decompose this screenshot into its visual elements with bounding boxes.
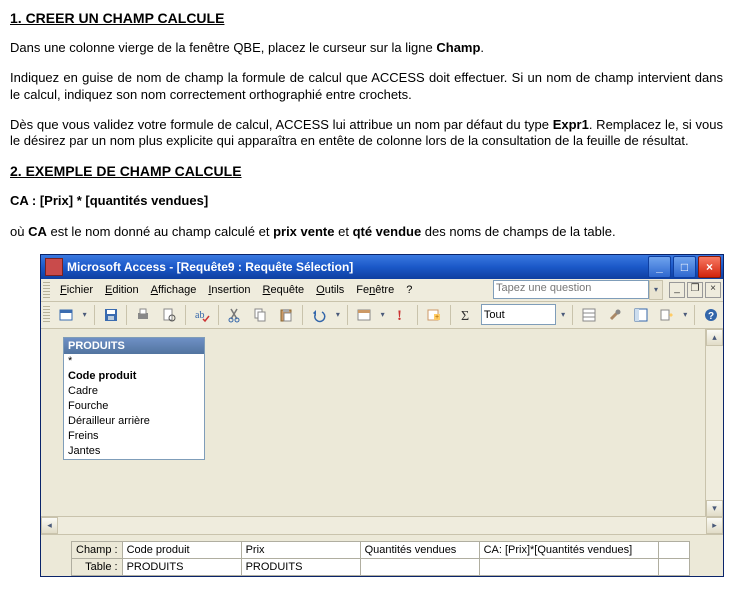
run-button[interactable]: !: [390, 303, 414, 327]
mdi-close-button[interactable]: ×: [705, 282, 721, 298]
scroll-right-button[interactable]: ▸: [706, 517, 723, 534]
qbe-grid-pane: Champ : Code produit Prix Quantités vend…: [41, 535, 723, 576]
print-button[interactable]: [131, 303, 155, 327]
qbe-rowlabel-table: Table :: [72, 558, 123, 575]
cut-button[interactable]: [223, 303, 247, 327]
section1-p1: Dans une colonne vierge de la fenêtre QB…: [10, 40, 723, 56]
ask-question-dropdown[interactable]: ▾: [649, 280, 663, 300]
svg-text:Σ: Σ: [461, 309, 469, 323]
maximize-button[interactable]: □: [673, 256, 696, 278]
menu-fenetre[interactable]: Fenêtre: [350, 282, 400, 298]
query-type-button[interactable]: [352, 303, 376, 327]
vertical-scrollbar[interactable]: ▴ ▾: [705, 329, 723, 517]
mdi-minimize-button[interactable]: _: [669, 282, 685, 298]
mdi-restore-button[interactable]: ❐: [687, 282, 703, 298]
menubar-grip: [43, 282, 50, 298]
access-app-icon: [45, 258, 63, 276]
qbe-rowlabel-champ: Champ :: [72, 541, 123, 558]
menu-fichier[interactable]: Fichier: [54, 282, 99, 298]
scroll-up-button[interactable]: ▴: [706, 329, 723, 346]
close-button[interactable]: ×: [698, 256, 721, 278]
svg-text:+: +: [435, 314, 439, 321]
menu-outils[interactable]: Outils: [310, 282, 350, 298]
properties-button[interactable]: [577, 303, 601, 327]
fieldlist-row[interactable]: Freins: [64, 429, 204, 444]
qbe-cell[interactable]: [360, 558, 479, 575]
view-button[interactable]: [54, 303, 78, 327]
fieldlist-row[interactable]: Code produit: [64, 369, 204, 384]
menubar: Fichier Edition Affichage Insertion Requ…: [41, 279, 723, 302]
view-dropdown[interactable]: ▾: [80, 310, 90, 319]
show-table-button[interactable]: +: [422, 303, 446, 327]
top-values-dropdown[interactable]: ▾: [558, 310, 568, 319]
totals-button[interactable]: Σ: [455, 303, 479, 327]
menu-edition[interactable]: Edition: [99, 282, 145, 298]
paste-button[interactable]: [274, 303, 298, 327]
titlebar: Microsoft Access - [Requête9 : Requête S…: [41, 255, 723, 279]
query-type-dropdown[interactable]: ▾: [378, 310, 388, 319]
query-design-upper-pane: PRODUITS * Code produit Cadre Fourche Dé…: [41, 329, 723, 535]
copy-button[interactable]: [249, 303, 273, 327]
toolbar-grip: [43, 306, 50, 324]
fieldlist-produits[interactable]: PRODUITS * Code produit Cadre Fourche Dé…: [63, 337, 205, 460]
fieldlist-row[interactable]: Fourche: [64, 399, 204, 414]
new-object-button[interactable]: [655, 303, 679, 327]
access-window: Microsoft Access - [Requête9 : Requête S…: [40, 254, 724, 577]
spellcheck-button[interactable]: ab: [190, 303, 214, 327]
qbe-cell[interactable]: PRODUITS: [122, 558, 241, 575]
fieldlist-row[interactable]: Dérailleur arrière: [64, 414, 204, 429]
menu-insertion[interactable]: Insertion: [202, 282, 256, 298]
qbe-cell[interactable]: PRODUITS: [241, 558, 360, 575]
fieldlist-title: PRODUITS: [64, 338, 204, 354]
qbe-grid: Champ : Code produit Prix Quantités vend…: [71, 541, 690, 576]
section1-p3: Dès que vous validez votre formule de ca…: [10, 117, 723, 150]
section2-heading: 2. EXEMPLE DE CHAMP CALCULE: [10, 163, 723, 179]
menu-affichage[interactable]: Affichage: [145, 282, 203, 298]
scroll-down-button[interactable]: ▾: [706, 500, 723, 517]
svg-text:?: ?: [708, 311, 714, 322]
horizontal-scrollbar[interactable]: ◂ ▸: [41, 516, 723, 534]
formula-text: CA : [Prix] * [quantités vendues]: [10, 193, 723, 209]
database-window-button[interactable]: [629, 303, 653, 327]
qbe-cell[interactable]: Prix: [241, 541, 360, 558]
qbe-cell[interactable]: [658, 558, 689, 575]
print-preview-button[interactable]: [157, 303, 181, 327]
svg-text:!: !: [397, 308, 402, 323]
top-values-input[interactable]: Tout: [481, 304, 556, 325]
fieldlist-row[interactable]: Jantes: [64, 444, 204, 459]
qbe-cell[interactable]: CA: [Prix]*[Quantités vendues]: [479, 541, 658, 558]
qbe-cell[interactable]: [658, 541, 689, 558]
window-title: Microsoft Access - [Requête9 : Requête S…: [67, 260, 648, 274]
qbe-cell[interactable]: Quantités vendues: [360, 541, 479, 558]
qbe-cell[interactable]: Code produit: [122, 541, 241, 558]
toolbar: ▾ ab ▾ ▾ ! + Σ Tout ▾ ▾ ?: [41, 302, 723, 329]
undo-button[interactable]: [307, 303, 331, 327]
undo-dropdown[interactable]: ▾: [333, 310, 343, 319]
menu-requete[interactable]: Requête: [257, 282, 311, 298]
qbe-cell[interactable]: [479, 558, 658, 575]
build-button[interactable]: [603, 303, 627, 327]
save-button[interactable]: [99, 303, 123, 327]
section1-p2: Indiquez en guise de nom de champ la for…: [10, 70, 723, 103]
scroll-left-button[interactable]: ◂: [41, 517, 58, 534]
ask-question-input[interactable]: Tapez une question: [493, 280, 649, 299]
minimize-button[interactable]: _: [648, 256, 671, 278]
help-button[interactable]: ?: [699, 303, 723, 327]
section1-heading: 1. CREER UN CHAMP CALCULE: [10, 10, 723, 26]
fieldlist-row[interactable]: Cadre: [64, 384, 204, 399]
new-object-dropdown[interactable]: ▾: [680, 310, 690, 319]
menu-help[interactable]: ?: [400, 282, 418, 298]
fieldlist-row[interactable]: *: [64, 354, 204, 369]
section2-expl: où CA est le nom donné au champ calculé …: [10, 224, 723, 240]
